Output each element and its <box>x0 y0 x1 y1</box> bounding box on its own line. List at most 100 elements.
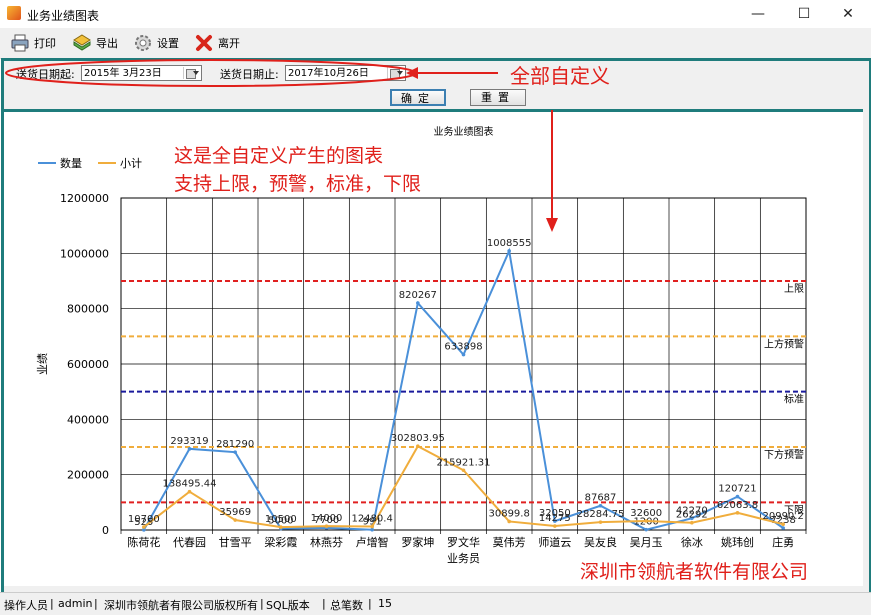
reference-line-label: 下方预警 <box>764 448 804 461</box>
y-tick-label: 1000000 <box>60 247 109 260</box>
total-count: 15 <box>378 597 392 610</box>
data-point <box>461 352 466 357</box>
data-label: 120721 <box>718 484 756 495</box>
start-date-picker[interactable]: 2015年 3月23日 <box>81 65 202 81</box>
settings-label: 设置 <box>157 37 179 50</box>
data-point <box>370 527 374 532</box>
data-point <box>507 519 511 524</box>
data-label: 35969 <box>219 507 251 518</box>
data-point <box>142 525 146 529</box>
data-point <box>233 450 237 454</box>
data-point <box>324 524 329 528</box>
y-tick-label: 1200000 <box>60 192 109 205</box>
line-chart: 业务业绩图表数量 小计 0 200000 400000 600000 800000 10000… <box>36 125 807 565</box>
data-label: 633898 <box>444 342 482 353</box>
x-tick-label: 甘雪平 <box>219 536 252 549</box>
legend-label: 数量 <box>60 157 82 170</box>
reference-line-label: 上限 <box>784 283 804 295</box>
data-label: 820267 <box>399 290 437 301</box>
print-button[interactable]: 打印 <box>10 32 56 54</box>
data-label: 215921.31 <box>436 457 490 468</box>
data-point <box>690 520 694 525</box>
close-button[interactable]: ✕ <box>825 0 871 28</box>
data-point <box>781 526 785 530</box>
data-label: 20990.2 <box>762 511 803 522</box>
data-point <box>233 518 237 522</box>
data-label: 14000 <box>311 513 343 524</box>
printer-icon <box>10 33 30 53</box>
x-tick-label: 卢增智 <box>356 535 389 549</box>
gear-icon <box>133 33 153 53</box>
data-point <box>781 522 785 526</box>
series-line <box>142 247 784 531</box>
x-tick-label: 吴月玉 <box>630 536 663 549</box>
data-label: 10700 <box>128 514 160 525</box>
data-point <box>187 489 192 494</box>
confirm-button[interactable]: 确定 <box>390 89 446 106</box>
data-label: 1008555 <box>487 238 532 249</box>
x-tick-label: 庄勇 <box>772 535 794 549</box>
close-x-icon <box>194 33 214 53</box>
data-point <box>416 444 420 449</box>
operator-label: 操作人员 <box>4 599 48 612</box>
export-label: 导出 <box>96 37 118 50</box>
data-label: 10500 <box>265 514 297 525</box>
reference-line-label: 上方预警 <box>764 337 804 350</box>
data-label: 302803.95 <box>391 433 445 444</box>
exit-label: 离开 <box>218 37 240 50</box>
data-label: 28284.75 <box>577 509 625 520</box>
calendar-dropdown-icon[interactable] <box>183 67 200 79</box>
status-bar: 操作人员 | admin | 深圳市领航者有限公司版权所有 | SQL版本 | … <box>0 592 871 615</box>
data-label: 281290 <box>216 439 254 450</box>
filter-bar: 送货日期起: 2015年 3月23日 送货日期止: 2017年10月26日 确定… <box>4 61 863 112</box>
exit-button[interactable]: 离开 <box>194 32 240 54</box>
chart-title: 业务业绩图表 <box>434 125 494 138</box>
settings-button[interactable]: 设置 <box>133 32 179 54</box>
data-label: 293319 <box>170 436 208 447</box>
data-point <box>461 468 466 473</box>
reset-button[interactable]: 重置 <box>470 89 526 106</box>
y-tick-label: 800000 <box>67 303 109 316</box>
operator-name: admin <box>58 597 93 610</box>
export-button[interactable]: 导出 <box>72 32 118 54</box>
x-tick-label: 代春园 <box>173 536 206 549</box>
data-label: 30899.8 <box>488 508 529 519</box>
data-point <box>598 503 603 508</box>
data-point <box>644 519 648 523</box>
title-bar: 业务业绩图表 — ☐ ✕ <box>0 0 871 28</box>
data-point <box>416 301 420 305</box>
y-tick-label: 400000 <box>67 413 109 426</box>
print-label: 打印 <box>34 37 56 50</box>
data-point <box>553 524 557 528</box>
app-icon <box>7 6 21 20</box>
x-tick-label: 吴友良 <box>584 535 617 549</box>
start-date-value: 2015年 3月23日 <box>84 68 162 79</box>
x-axis-label: 业务员 <box>447 552 480 565</box>
data-label: 32600 <box>630 508 662 519</box>
toolbar: 打印 导出 设置 离开 <box>0 28 871 59</box>
export-icon <box>72 33 92 53</box>
end-date-picker[interactable]: 2017年10月26日 <box>285 65 406 81</box>
total-label: 总笔数 <box>330 599 363 612</box>
x-tick-label: 罗家坤 <box>401 535 434 549</box>
x-tick-label: 徐冰 <box>681 535 703 549</box>
data-label: 12480.4 <box>351 514 392 525</box>
data-point <box>598 520 603 524</box>
legend-label: 小计 <box>120 157 142 170</box>
db-version: SQL版本 <box>266 599 310 612</box>
end-date-label: 送货日期止: <box>220 68 279 81</box>
chart-panel: 业务业绩图表 数量 小计 0 200000 400000 600000 800000 10000… <box>4 112 863 586</box>
data-label: 26292 <box>676 510 708 521</box>
minimize-button[interactable]: — <box>735 0 781 28</box>
maximize-button[interactable]: ☐ <box>781 0 827 28</box>
reference-line-label: 标准 <box>784 394 804 406</box>
x-tick-label: 梁彩霞 <box>264 535 297 549</box>
data-label: 62063.8 <box>717 500 758 511</box>
data-point <box>279 525 283 529</box>
data-label: 138495.44 <box>162 479 216 490</box>
data-point <box>644 527 648 532</box>
calendar-dropdown-icon[interactable] <box>387 67 404 79</box>
data-point <box>735 511 740 515</box>
data-point <box>187 447 192 451</box>
x-tick-label: 师道云 <box>538 535 571 549</box>
